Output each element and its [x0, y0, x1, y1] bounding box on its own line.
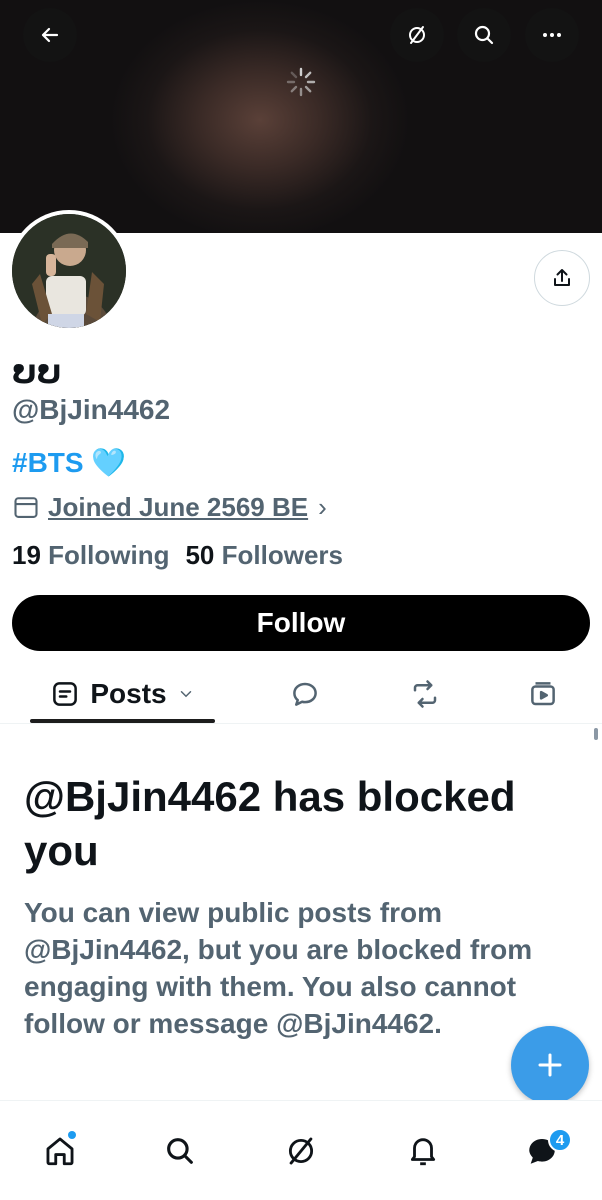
- nav-search[interactable]: [160, 1131, 200, 1171]
- home-icon: [46, 1137, 74, 1166]
- grok-icon: [409, 26, 425, 44]
- back-button[interactable]: [23, 8, 77, 62]
- blocked-description: You can view public posts from @BjJin446…: [24, 897, 533, 1039]
- display-name: ບບ: [12, 353, 62, 391]
- home-notification-dot: [68, 1131, 76, 1139]
- follow-stats: 19 Following 50 Followers: [12, 540, 343, 571]
- grok-button[interactable]: [390, 8, 444, 62]
- follow-button[interactable]: Follow: [12, 595, 590, 651]
- plus-icon: [538, 1053, 562, 1077]
- share-button[interactable]: [534, 250, 590, 306]
- scrollbar[interactable]: [594, 728, 598, 740]
- compose-button[interactable]: [511, 1026, 589, 1104]
- video-media-icon: [531, 682, 555, 706]
- profile-tabs: Posts: [0, 664, 602, 724]
- tab-reposts[interactable]: [400, 664, 450, 724]
- bio-hashtag[interactable]: #BTS: [12, 447, 84, 478]
- grok-icon: [288, 1137, 314, 1165]
- active-tab-indicator: [30, 719, 215, 723]
- search-button[interactable]: [457, 8, 511, 62]
- avatar[interactable]: [8, 210, 130, 332]
- messages-badge: 4: [548, 1128, 572, 1152]
- avatar-image: [12, 214, 126, 328]
- search-icon: [474, 25, 494, 45]
- tab-media[interactable]: [518, 664, 568, 724]
- bottom-navigation: [0, 1100, 602, 1200]
- search-icon: [167, 1138, 193, 1164]
- bell-icon: [410, 1138, 436, 1166]
- username-handle: @BjJin4462: [12, 394, 171, 425]
- bio: #BTS 🩵: [12, 446, 126, 479]
- followers-stat[interactable]: 50 Followers: [185, 540, 343, 571]
- repost-icon: [413, 680, 437, 708]
- more-horizontal-icon: [543, 33, 561, 37]
- nav-notifications[interactable]: [403, 1131, 443, 1171]
- nav-grok[interactable]: [281, 1131, 321, 1171]
- more-button[interactable]: [525, 8, 579, 62]
- calendar-icon: [14, 497, 38, 518]
- bio-emoji: 🩵: [91, 447, 127, 478]
- chevron-down-icon: [180, 691, 191, 698]
- posts-icon: [53, 682, 78, 706]
- share-icon: [554, 269, 570, 286]
- arrow-left-icon: [41, 27, 59, 43]
- profile-banner[interactable]: [0, 0, 602, 233]
- joined-date-row[interactable]: Joined June 2569 BE ›: [12, 490, 327, 524]
- tab-posts-label: Posts: [90, 678, 167, 709]
- reply-bubble-icon: [293, 682, 317, 706]
- chevron-right-icon: ›: [318, 491, 327, 522]
- following-stat[interactable]: 19 Following: [12, 540, 169, 571]
- blocked-title: @BjJin4462 has blocked you: [24, 773, 516, 874]
- loading-spinner-icon: [286, 67, 316, 97]
- joined-date[interactable]: Joined June 2569 BE: [48, 492, 308, 523]
- tab-posts[interactable]: Posts: [30, 664, 215, 724]
- tab-replies[interactable]: [280, 664, 330, 724]
